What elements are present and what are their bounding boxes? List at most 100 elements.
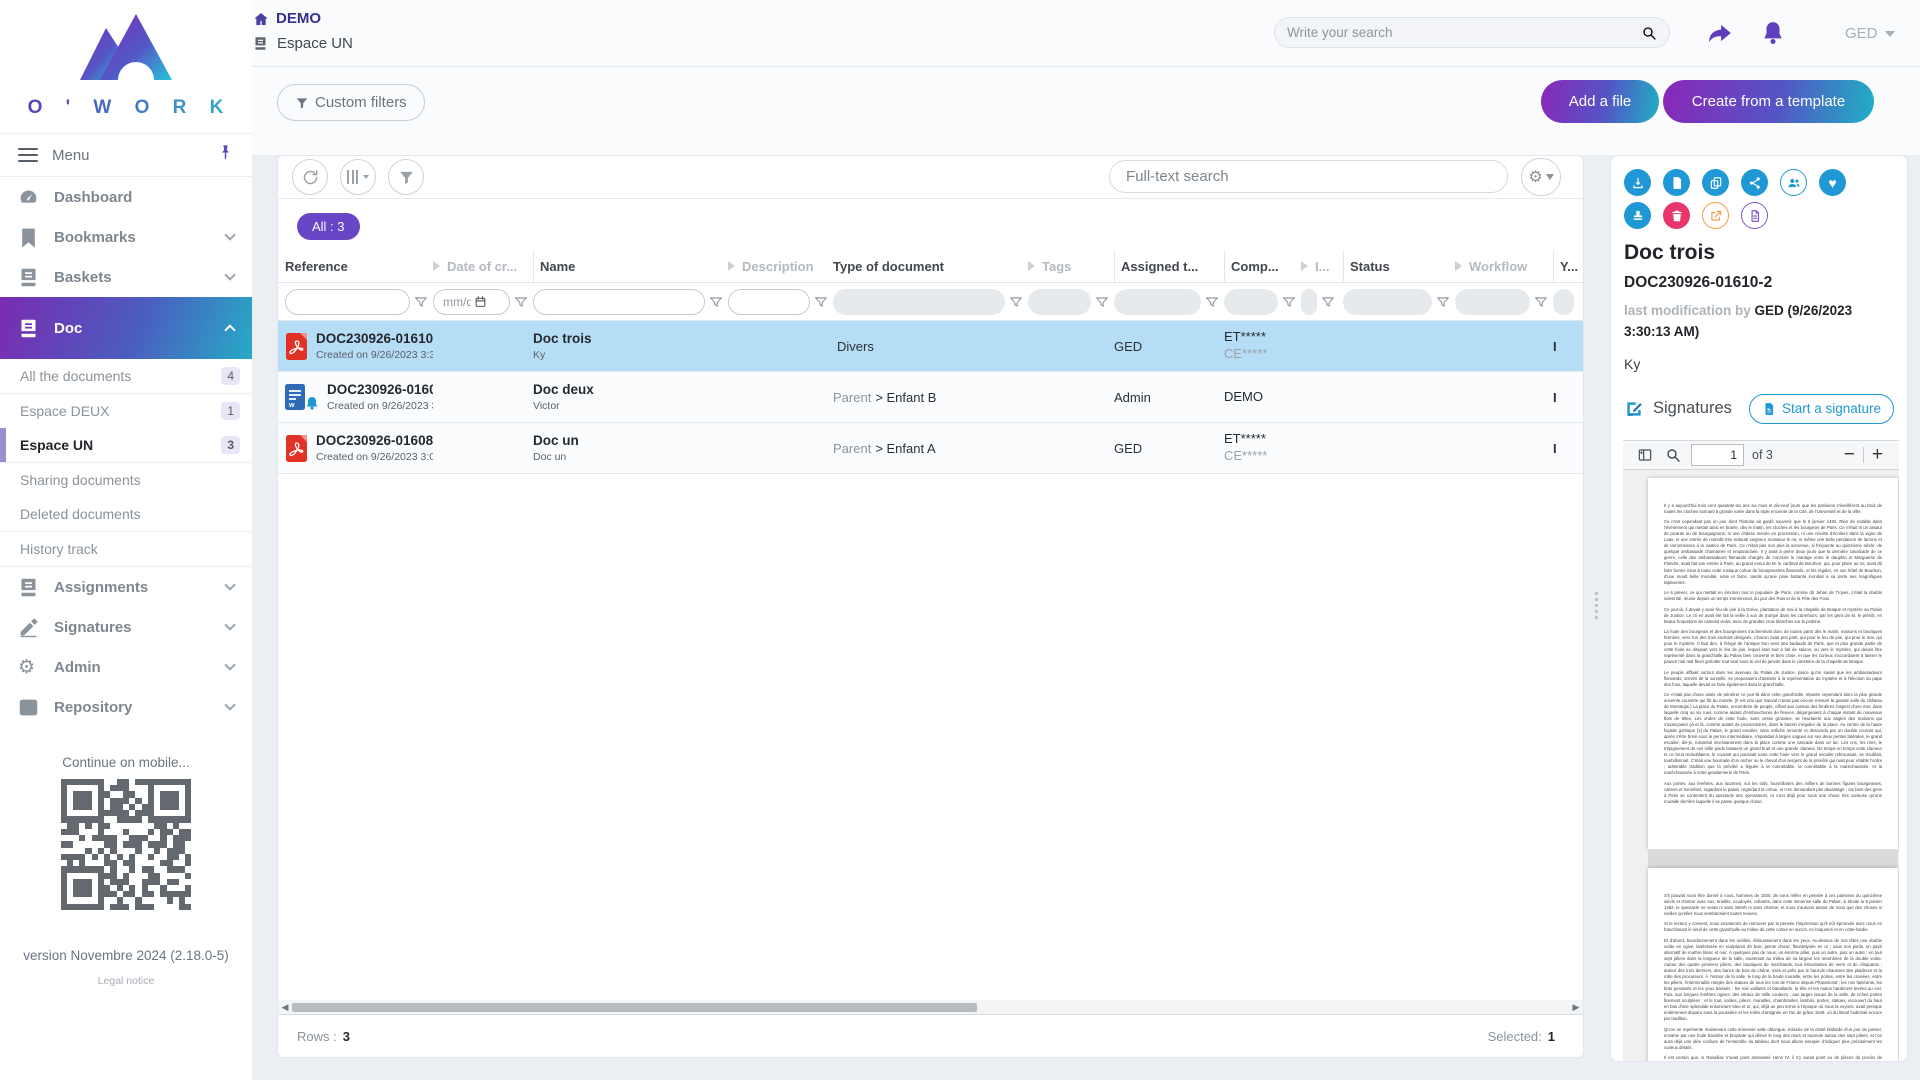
viewer-search-icon[interactable] <box>1665 447 1681 463</box>
column-header-i[interactable]: I... <box>1301 250 1343 282</box>
filter-funnel-icon[interactable] <box>1282 295 1296 309</box>
share-button[interactable] <box>1741 169 1768 196</box>
share-forward-button[interactable] <box>1707 20 1733 46</box>
documents-table-panel: ⚙ All : 3 Reference Date of cr... Name D… <box>277 155 1584 1058</box>
filter-funnel-icon[interactable] <box>514 295 528 309</box>
favorite-button[interactable]: ♥ <box>1819 169 1846 196</box>
filter-funnel-icon[interactable] <box>1009 295 1023 309</box>
column-header-status[interactable]: Status <box>1343 250 1455 282</box>
sidebar-item-repository[interactable]: Repository <box>0 687 252 727</box>
assign-users-button[interactable] <box>1780 169 1807 196</box>
legal-notice-link[interactable]: Legal notice <box>0 975 252 987</box>
filter-name-input[interactable] <box>543 295 695 309</box>
sidebar-item-sharing-documents[interactable]: Sharing documents <box>0 463 252 497</box>
column-header-date[interactable]: Date of cr... <box>433 250 533 282</box>
doc-reference: DOC230926-01609-0 <box>327 381 433 399</box>
filter-funnel-icon[interactable] <box>1095 295 1109 309</box>
column-header-company[interactable]: Comp... <box>1224 250 1301 282</box>
space-title: Espace UN <box>277 35 353 52</box>
sidebar-item-doc[interactable]: Doc <box>0 297 252 359</box>
column-header-description[interactable]: Description <box>728 250 833 282</box>
filter-funnel-icon[interactable] <box>709 295 723 309</box>
doc-subtitle: Doc un <box>533 450 579 464</box>
doc-assigned: GED <box>1114 321 1224 371</box>
file-upload-icon <box>1670 176 1684 190</box>
sidebar-item-espace-deux[interactable]: Espace DEUX 1 <box>0 394 252 428</box>
sidebar-item-history-track[interactable]: History track <box>0 532 252 566</box>
column-header-name[interactable]: Name <box>533 250 728 282</box>
create-from-template-button[interactable]: Create from a template <box>1663 80 1874 123</box>
sidebar-item-baskets[interactable]: Baskets <box>0 257 252 297</box>
column-header-y[interactable]: Y... <box>1553 250 1579 282</box>
zoom-out-button[interactable]: − <box>1836 444 1863 466</box>
column-header-assigned[interactable]: Assigned t... <box>1114 250 1224 282</box>
add-file-button[interactable]: Add a file <box>1541 80 1659 123</box>
hamburger-icon[interactable] <box>18 144 38 166</box>
sidebar-item-signatures[interactable]: Signatures <box>0 607 252 647</box>
table-filter-button[interactable] <box>388 159 424 195</box>
sidebar-item-bookmarks[interactable]: Bookmarks <box>0 217 252 257</box>
gear-icon: ⚙ <box>1528 167 1542 187</box>
zoom-in-button[interactable]: + <box>1864 444 1891 466</box>
delete-button[interactable] <box>1663 202 1690 229</box>
column-header-type[interactable]: Type of document <box>833 250 1028 282</box>
table-settings-button[interactable]: ⚙ <box>1521 158 1561 196</box>
chevron-down-icon <box>224 269 235 280</box>
global-search-input[interactable] <box>1287 25 1641 40</box>
page-number-input[interactable] <box>1691 444 1744 466</box>
notifications-button[interactable] <box>1760 20 1786 46</box>
table-row[interactable]: DOC230926-01610-2 Created on 9/26/2023 3… <box>278 321 1583 372</box>
filter-funnel-icon[interactable] <box>1534 295 1548 309</box>
logo[interactable]: O ' W O R K <box>0 0 252 119</box>
open-external-button[interactable] <box>1702 202 1729 229</box>
signature-doc-icon <box>1762 402 1776 416</box>
filter-funnel-icon[interactable] <box>1436 295 1450 309</box>
breadcrumb-app[interactable]: DEMO <box>253 10 353 27</box>
refresh-button[interactable] <box>292 159 328 195</box>
user-menu[interactable]: GED <box>1845 25 1895 42</box>
doc-subtitle: Ky <box>533 348 592 362</box>
doc-created: Created on 9/26/2023 3:30:12 AM <box>316 348 433 362</box>
viewer-sidebar-toggle-icon[interactable] <box>1637 447 1653 463</box>
pdf-viewer[interactable]: Il y a aujourd'hui trois cent quarante-s… <box>1623 470 1899 1062</box>
upload-version-button[interactable] <box>1663 169 1690 196</box>
filter-funnel-icon[interactable] <box>1321 295 1335 309</box>
pin-icon[interactable] <box>217 144 234 166</box>
sidebar-item-admin[interactable]: ⚙ Admin <box>0 647 252 687</box>
sidebar-item-deleted-documents[interactable]: Deleted documents <box>0 497 252 531</box>
filter-funnel-icon[interactable] <box>814 295 828 309</box>
sort-arrow-icon <box>1301 261 1308 271</box>
column-header-tags[interactable]: Tags <box>1028 250 1114 282</box>
columns-button[interactable] <box>340 159 376 195</box>
filter-funnel-icon[interactable] <box>1205 295 1219 309</box>
sidebar-item-all-documents[interactable]: All the documents 4 <box>0 359 252 393</box>
table-row[interactable]: w DOC230926-01609-0 Created on 9/26/2023… <box>278 372 1583 423</box>
sidebar-item-assignments[interactable]: Assignments <box>0 567 252 607</box>
doc-type: Divers <box>837 339 874 354</box>
column-header-reference[interactable]: Reference <box>285 250 433 282</box>
scroll-left-arrow[interactable]: ◀ <box>278 1002 292 1013</box>
filter-funnel-icon[interactable] <box>414 295 428 309</box>
fulltext-search-input[interactable] <box>1126 168 1491 185</box>
panel-resize-handle[interactable] <box>1592 592 1600 619</box>
column-header-workflow[interactable]: Workflow <box>1455 250 1553 282</box>
sidebar-item-espace-un[interactable]: Espace UN 3 <box>0 428 252 462</box>
filter-date-input[interactable] <box>443 295 471 309</box>
copy-button[interactable] <box>1702 169 1729 196</box>
filter-description-input[interactable] <box>738 295 800 309</box>
breadcrumb-space[interactable]: Espace UN <box>253 35 353 52</box>
calendar-icon[interactable] <box>474 295 487 308</box>
scrollbar-thumb[interactable] <box>292 1003 977 1012</box>
document-properties-button[interactable] <box>1741 202 1768 229</box>
search-icon[interactable] <box>1641 25 1657 41</box>
download-button[interactable] <box>1624 169 1651 196</box>
table-row[interactable]: DOC230926-01608-0 Created on 9/26/2023 3… <box>278 423 1583 474</box>
scroll-right-arrow[interactable]: ▶ <box>1569 1002 1583 1013</box>
doc-subtitle: Victor <box>533 399 594 413</box>
stamp-button[interactable] <box>1624 202 1651 229</box>
custom-filters-button[interactable]: Custom filters <box>277 84 425 121</box>
filter-reference-input[interactable] <box>295 295 400 309</box>
sidebar-item-dashboard[interactable]: Dashboard <box>0 177 252 217</box>
all-tab-badge[interactable]: All : 3 <box>297 213 360 240</box>
start-signature-button[interactable]: Start a signature <box>1749 394 1894 424</box>
